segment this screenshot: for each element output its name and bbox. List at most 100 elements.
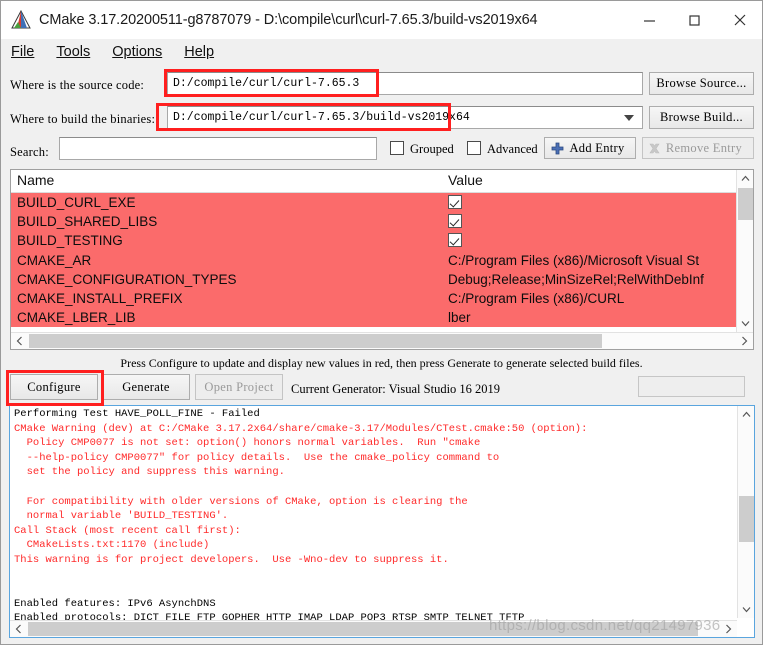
cache-entries-table: Name Value BUILD_CURL_EXE BUILD_SHARED_LI… [10, 169, 754, 350]
chevron-down-icon[interactable] [624, 115, 634, 121]
grouped-checkbox[interactable] [390, 141, 404, 155]
scroll-down-icon[interactable] [737, 315, 753, 332]
table-vertical-scrollbar[interactable] [736, 170, 753, 332]
log-line: For compatibility with older versions of… [14, 495, 468, 508]
open-project-label: Open Project [204, 379, 274, 394]
generate-label: Generate [122, 379, 170, 394]
close-button[interactable] [717, 1, 762, 39]
cache-entry-value[interactable]: C:/Program Files (x86)/CURL [448, 291, 624, 306]
cache-entry-name: BUILD_TESTING [17, 233, 123, 249]
table-row[interactable]: BUILD_SHARED_LIBS [11, 212, 738, 231]
table-row[interactable]: CMAKE_CONFIGURATION_TYPES Debug;Release;M… [11, 270, 738, 289]
title-bar: CMake 3.17.20200511-g8787079 - D:\compil… [1, 1, 762, 39]
build-binaries-label: Where to build the binaries: [10, 112, 156, 126]
cmake-gui-window: CMake 3.17.20200511-g8787079 - D:\compil… [0, 0, 763, 645]
output-log-text: Performing Test HAVE_POLL_FINE - Failed C… [14, 407, 720, 637]
grouped-label: Grouped [410, 142, 454, 156]
browse-source-button[interactable]: Browse Source... [649, 72, 754, 95]
source-code-label: Where is the source code: [10, 78, 145, 92]
table-body: BUILD_CURL_EXE BUILD_SHARED_LIBS BUILD_TES… [11, 193, 738, 327]
log-line: CMakeLists.txt:1170 (include) [14, 539, 210, 552]
log-line: set the policy and suppress this warning… [14, 466, 285, 479]
cache-entry-value[interactable]: Debug;Release;MinSizeRel;RelWithDebInf [448, 272, 704, 287]
cache-entry-checkbox[interactable] [448, 195, 462, 209]
table-row[interactable]: CMAKE_INSTALL_PREFIX C:/Program Files (x8… [11, 289, 738, 308]
configure-button[interactable]: Configure [10, 374, 98, 400]
log-line: normal variable 'BUILD_TESTING'. [14, 510, 229, 523]
plus-icon [551, 142, 564, 159]
log-scroll-down-icon[interactable] [738, 601, 754, 618]
log-line: --help-policy CMP0077" for policy detail… [14, 451, 500, 464]
cache-entry-value[interactable]: C:/Program Files (x86)/Microsoft Visual … [448, 253, 699, 268]
menu-file-label: File [11, 44, 35, 60]
generate-button[interactable]: Generate [102, 374, 190, 400]
output-log-panel[interactable]: Performing Test HAVE_POLL_FINE - Failed C… [9, 405, 755, 638]
window-controls [627, 1, 762, 39]
menu-options-label: Options [112, 44, 163, 60]
log-line: CMake Warning (dev) at C:/CMake 3.17.2x6… [14, 422, 588, 435]
table-row[interactable]: CMAKE_AR C:/Program Files (x86)/Microsoft… [11, 251, 738, 270]
search-label: Search: [10, 145, 49, 159]
browse-source-label: Browse Source... [656, 76, 747, 90]
column-header-name[interactable]: Name [17, 172, 54, 188]
add-entry-button[interactable]: Add Entry [544, 137, 636, 159]
build-path-combobox[interactable]: D:/compile/curl/curl-7.65.3/build-vs2019… [167, 106, 643, 129]
table-row[interactable]: BUILD_CURL_EXE [11, 193, 738, 212]
cache-entry-name: CMAKE_AR [17, 252, 92, 268]
advanced-checkbox[interactable] [467, 141, 481, 155]
cache-entry-checkbox[interactable] [448, 233, 462, 248]
menu-tools-label: Tools [56, 44, 91, 60]
log-scroll-thumb[interactable] [739, 496, 754, 542]
configure-label: Configure [27, 379, 81, 394]
menu-file[interactable]: File [9, 42, 44, 62]
cache-entry-name: CMAKE_LBER_LIB [17, 310, 136, 326]
open-project-button[interactable]: Open Project [195, 374, 283, 400]
log-line: Performing Test HAVE_POLL_FINE - Failed [14, 408, 260, 420]
maximize-button[interactable] [672, 1, 717, 39]
scroll-up-icon[interactable] [737, 170, 753, 187]
progress-bar [638, 376, 745, 397]
cache-entry-checkbox[interactable] [448, 214, 462, 229]
column-header-value[interactable]: Value [448, 172, 483, 188]
table-row[interactable]: BUILD_TESTING [11, 231, 738, 250]
search-input[interactable] [59, 137, 377, 160]
add-entry-label: Add Entry [569, 140, 625, 155]
minimize-button[interactable] [627, 1, 672, 39]
cmake-logo-icon [10, 9, 32, 31]
remove-entry-button[interactable]: Remove Entry [642, 137, 754, 159]
cache-entry-name: BUILD_SHARED_LIBS [17, 214, 158, 230]
browse-build-button[interactable]: Browse Build... [649, 106, 754, 129]
scroll-left-icon[interactable] [11, 333, 28, 349]
menu-bar: File Tools Options Help [1, 39, 762, 65]
cache-entry-name: CMAKE_CONFIGURATION_TYPES [17, 271, 237, 287]
window-title: CMake 3.17.20200511-g8787079 - D:\compil… [39, 12, 538, 28]
log-line: Enabled features: IPv6 AsynchDNS [14, 597, 216, 610]
menu-tools[interactable]: Tools [54, 42, 100, 62]
log-vertical-scrollbar[interactable] [737, 406, 754, 618]
scroll-right-icon[interactable] [736, 333, 753, 349]
cache-entry-name: BUILD_CURL_EXE [17, 195, 136, 211]
menu-options[interactable]: Options [110, 42, 172, 62]
cache-entry-name: CMAKE_INSTALL_PREFIX [17, 291, 183, 307]
source-path-input[interactable]: D:/compile/curl/curl-7.65.3 [167, 72, 643, 95]
menu-help[interactable]: Help [182, 42, 224, 62]
log-scroll-up-icon[interactable] [738, 406, 754, 423]
current-generator-label: Current Generator: Visual Studio 16 2019 [291, 382, 501, 396]
log-scroll-left-icon[interactable] [10, 621, 27, 637]
table-row[interactable]: CMAKE_LBER_LIB lber [11, 308, 738, 327]
table-scroll-thumb[interactable] [738, 188, 753, 220]
log-line: Policy CMP0077 is not set: option() hono… [14, 437, 481, 450]
table-header-row: Name Value [11, 170, 738, 193]
log-scroll-right-icon[interactable] [720, 621, 737, 637]
cache-entry-value[interactable]: lber [448, 310, 471, 325]
log-line: Call Stack (most recent call first): [14, 524, 241, 537]
table-hscroll-thumb[interactable] [29, 334, 602, 348]
configure-hint-text: Press Configure to update and display ne… [120, 356, 643, 370]
remove-x-icon [648, 142, 661, 159]
remove-entry-label: Remove Entry [665, 140, 743, 155]
advanced-label: Advanced [487, 142, 538, 156]
table-horizontal-scrollbar[interactable] [11, 332, 753, 349]
